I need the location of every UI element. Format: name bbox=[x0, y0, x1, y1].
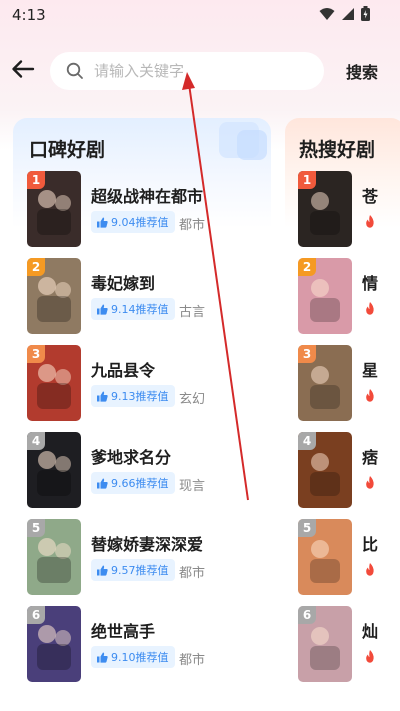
drama-list-item[interactable]: 2 毒妃嫁到 9.14推荐值 古言 bbox=[13, 258, 271, 338]
drama-poster: 4 bbox=[27, 432, 81, 508]
drama-poster: 5 bbox=[298, 519, 352, 595]
cellular-icon bbox=[342, 7, 354, 20]
score-badge: 9.57推荐值 bbox=[91, 559, 175, 581]
rank-badge: 2 bbox=[27, 258, 45, 276]
score-text: 9.13推荐值 bbox=[111, 390, 169, 403]
rank-badge: 6 bbox=[298, 606, 316, 624]
thumbs-up-icon bbox=[97, 304, 108, 315]
card-title-hot-search: 热搜好剧 bbox=[299, 139, 376, 161]
thumbs-up-icon bbox=[97, 565, 108, 576]
thumbs-up-icon bbox=[97, 478, 108, 489]
genre-label: 玄幻 bbox=[179, 392, 206, 407]
status-icons bbox=[319, 6, 370, 21]
rank-badge: 6 bbox=[27, 606, 45, 624]
search-icon bbox=[66, 62, 83, 79]
score-badge: 9.13推荐值 bbox=[91, 385, 175, 407]
drama-poster: 3 bbox=[298, 345, 352, 421]
card-title-word-of-mouth: 口碑好剧 bbox=[29, 139, 106, 161]
score-badge: 9.10推荐值 bbox=[91, 646, 175, 668]
status-time: 4:13 bbox=[12, 6, 46, 24]
score-badge: 9.66推荐值 bbox=[91, 472, 175, 494]
drama-title: 苍 bbox=[362, 187, 379, 206]
drama-poster: 4 bbox=[298, 432, 352, 508]
drama-list-item[interactable]: 6 绝世高手 9.10推荐值 都市 bbox=[13, 606, 271, 686]
hot-drama-list-item[interactable]: 1 苍 bbox=[285, 171, 400, 251]
genre-label: 都市 bbox=[179, 566, 206, 581]
drama-list-item[interactable]: 4 爹地求名分 9.66推荐值 现言 bbox=[13, 432, 271, 512]
rank-badge: 1 bbox=[298, 171, 316, 189]
flame-icon bbox=[366, 215, 374, 228]
rank-badge: 4 bbox=[27, 432, 45, 450]
hot-drama-list-item[interactable]: 6 灿 bbox=[285, 606, 400, 686]
drama-title: 替嫁娇妻深深爱 bbox=[91, 535, 204, 554]
drama-poster: 1 bbox=[27, 171, 81, 247]
genre-label: 古言 bbox=[179, 305, 206, 320]
rank-badge: 3 bbox=[27, 345, 45, 363]
drama-title: 爹地求名分 bbox=[91, 448, 172, 467]
wifi-icon bbox=[319, 7, 335, 20]
drama-poster: 2 bbox=[27, 258, 81, 334]
drama-title: 痞 bbox=[362, 448, 379, 467]
rank-badge: 4 bbox=[298, 432, 316, 450]
score-text: 9.10推荐值 bbox=[111, 651, 169, 664]
flame-icon bbox=[366, 563, 374, 576]
rank-badge: 5 bbox=[298, 519, 316, 537]
drama-poster: 1 bbox=[298, 171, 352, 247]
search-button[interactable]: 搜索 bbox=[346, 59, 378, 83]
drama-title: 毒妃嫁到 bbox=[91, 274, 156, 293]
hot-drama-list-item[interactable]: 3 星 bbox=[285, 345, 400, 425]
drama-list-item[interactable]: 5 替嫁娇妻深深爱 9.57推荐值 都市 bbox=[13, 519, 271, 599]
drama-list-item[interactable]: 3 九品县令 9.13推荐值 玄幻 bbox=[13, 345, 271, 425]
drama-title: 超级战神在都市 bbox=[91, 187, 204, 206]
score-text: 9.04推荐值 bbox=[111, 216, 169, 229]
rank-badge: 2 bbox=[298, 258, 316, 276]
drama-poster: 5 bbox=[27, 519, 81, 595]
card-decoration-icon bbox=[219, 122, 267, 160]
battery-icon bbox=[361, 6, 370, 21]
rank-badge: 1 bbox=[27, 171, 45, 189]
drama-title: 灿 bbox=[362, 622, 379, 641]
rank-badge: 3 bbox=[298, 345, 316, 363]
hot-drama-list-item[interactable]: 5 比 bbox=[285, 519, 400, 599]
thumbs-up-icon bbox=[97, 217, 108, 228]
back-button[interactable] bbox=[10, 56, 36, 82]
score-text: 9.66推荐值 bbox=[111, 477, 169, 490]
thumbs-up-icon bbox=[97, 391, 108, 402]
flame-icon bbox=[366, 650, 374, 663]
search-box[interactable] bbox=[50, 52, 324, 90]
flame-icon bbox=[366, 389, 374, 402]
drama-poster: 6 bbox=[298, 606, 352, 682]
hot-drama-list-item[interactable]: 4 痞 bbox=[285, 432, 400, 512]
drama-title: 情 bbox=[362, 274, 379, 293]
back-arrow-icon bbox=[12, 60, 35, 78]
flame-icon bbox=[366, 476, 374, 489]
hot-drama-list-item[interactable]: 2 情 bbox=[285, 258, 400, 338]
score-text: 9.57推荐值 bbox=[111, 564, 169, 577]
rank-badge: 5 bbox=[27, 519, 45, 537]
score-badge: 9.04推荐值 bbox=[91, 211, 175, 233]
drama-poster: 3 bbox=[27, 345, 81, 421]
genre-label: 都市 bbox=[179, 218, 206, 233]
drama-poster: 6 bbox=[27, 606, 81, 682]
drama-title: 绝世高手 bbox=[91, 622, 156, 641]
search-input[interactable] bbox=[94, 52, 314, 90]
drama-title: 九品县令 bbox=[91, 361, 156, 380]
status-bar: 4:13 bbox=[0, 0, 400, 30]
score-badge: 9.14推荐值 bbox=[91, 298, 175, 320]
genre-label: 都市 bbox=[179, 653, 206, 668]
score-text: 9.14推荐值 bbox=[111, 303, 169, 316]
genre-label: 现言 bbox=[179, 479, 206, 494]
drama-poster: 2 bbox=[298, 258, 352, 334]
flame-icon bbox=[366, 302, 374, 315]
thumbs-up-icon bbox=[97, 652, 108, 663]
drama-title: 星 bbox=[362, 361, 379, 380]
drama-list-item[interactable]: 1 超级战神在都市 9.04推荐值 都市 bbox=[13, 171, 271, 251]
drama-title: 比 bbox=[362, 535, 379, 554]
